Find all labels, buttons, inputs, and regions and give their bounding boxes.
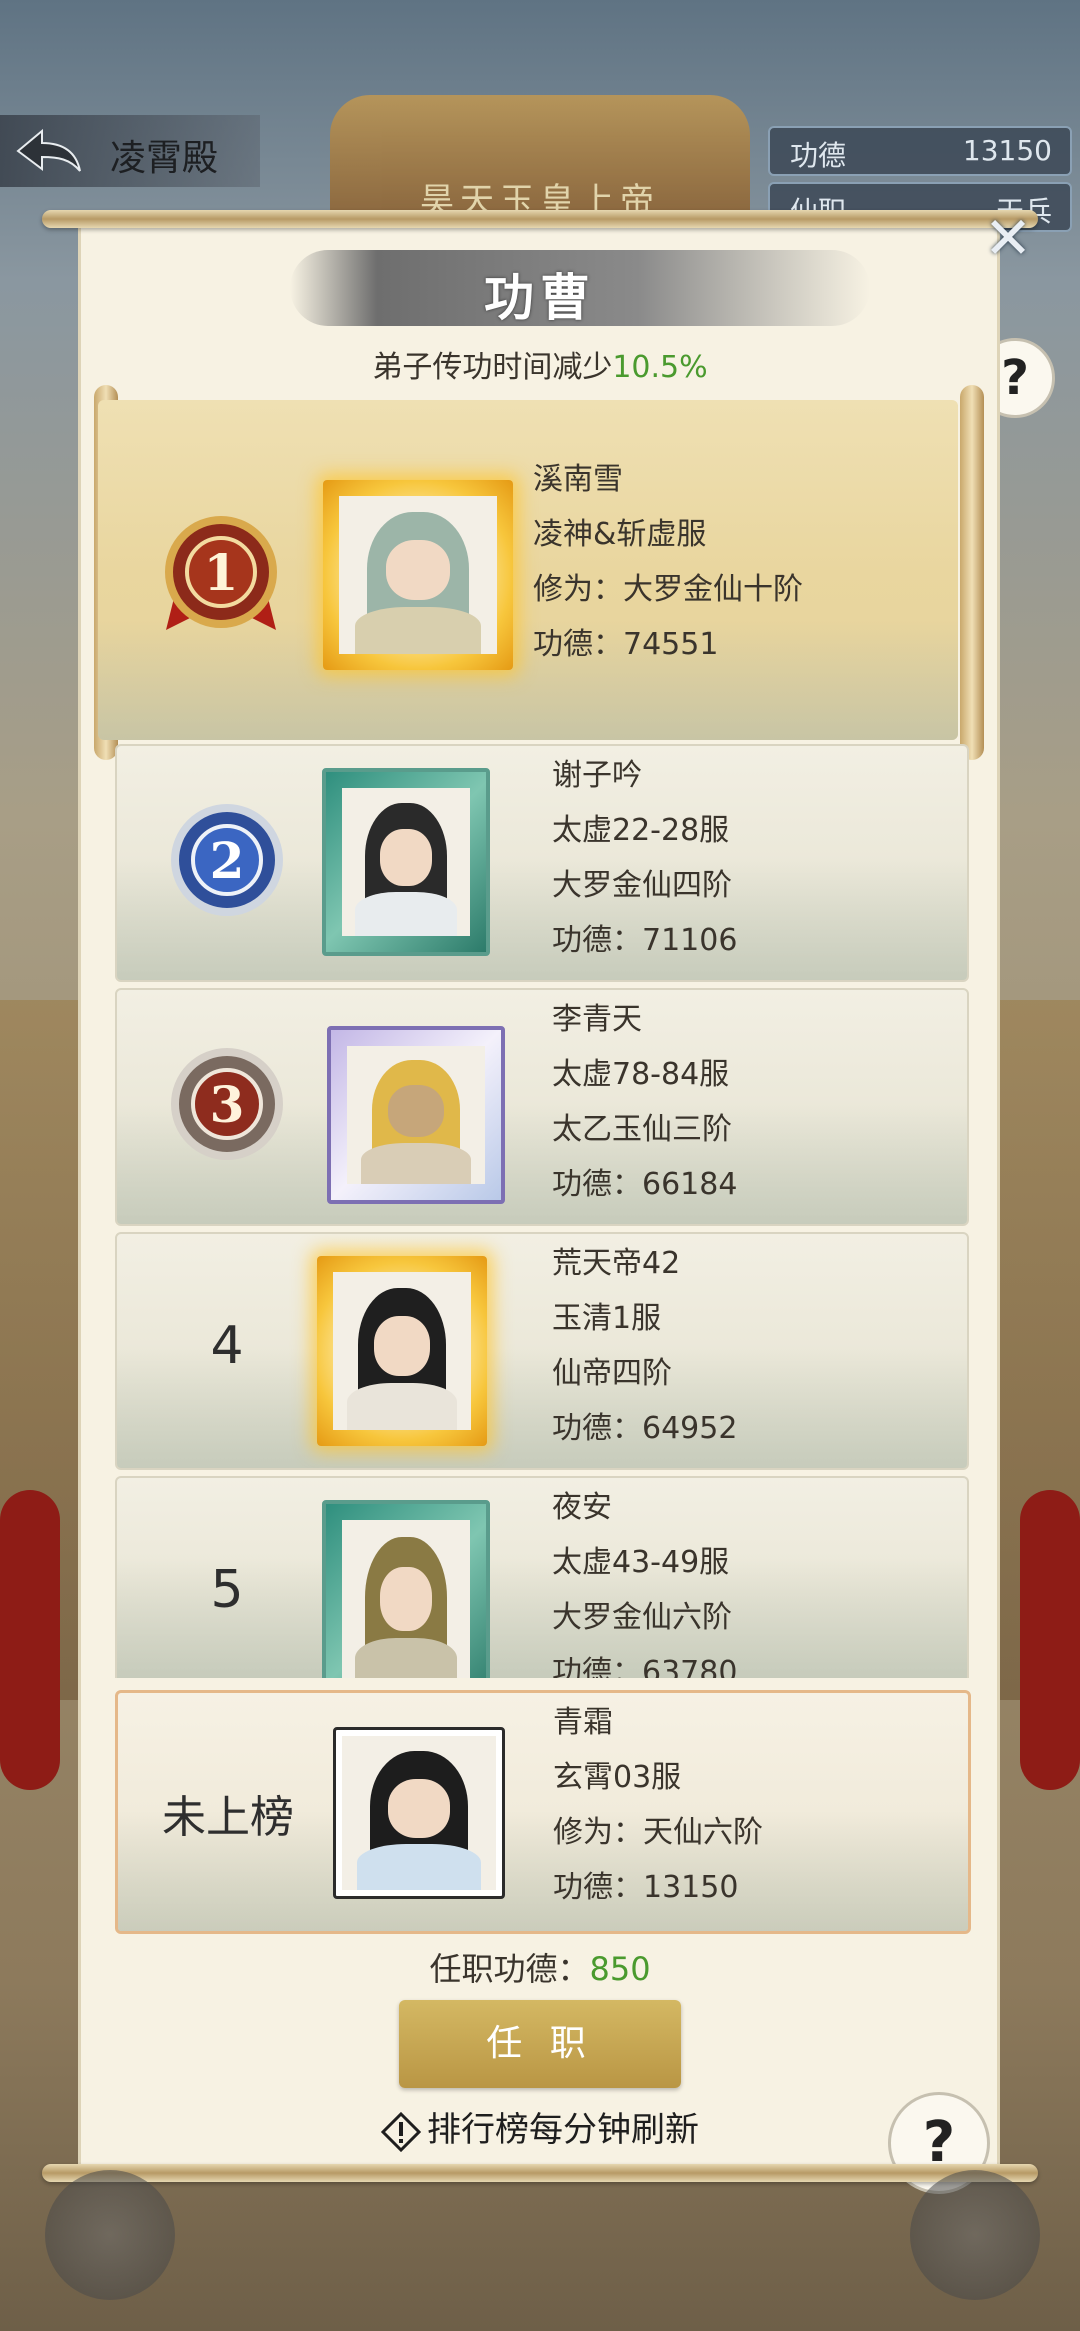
player-cultivation: 修为：天仙六阶 <box>553 1815 763 1850</box>
player-name: 夜安 <box>552 1490 612 1525</box>
player-merit: 功德：71106 <box>552 923 738 958</box>
self-info: 青霜 玄霄03服 修为：天仙六阶 功德：13150 <box>553 1695 763 1915</box>
rank-3-number: 3 <box>210 1075 245 1134</box>
appoint-merit: 任职功德：850 <box>0 1944 1080 1990</box>
player-cultivation: 修为：大罗金仙十阶 <box>533 572 803 607</box>
bonus-prefix: 弟子传功时间减少 <box>372 350 613 385</box>
back-button[interactable]: 凌霄殿 <box>0 115 260 187</box>
stat-merit: 功德 13150 <box>768 126 1072 176</box>
self-ranking-row[interactable]: 未上榜 青霜 玄霄03服 修为：天仙六阶 功德：13150 <box>115 1690 971 1934</box>
player-name: 青霜 <box>553 1705 613 1740</box>
player-server: 太虚43-49服 <box>552 1545 730 1580</box>
player-info-2: 谢子吟 太虚22-28服 大罗金仙四阶 功德：71106 <box>552 748 737 968</box>
player-name: 溪南雪 <box>533 462 623 497</box>
player-server: 太虚22-28服 <box>552 813 730 848</box>
stat-merit-value: 13150 <box>962 134 1052 167</box>
rank-2-number: 2 <box>210 831 245 890</box>
location-title: 凌霄殿 <box>110 138 219 179</box>
player-merit: 功德：74551 <box>533 627 719 662</box>
warning-icon <box>381 2111 421 2152</box>
ranking-row-5[interactable]: 5 夜安 太虚43-49服 大罗金仙六阶 功德：63780 <box>115 1476 969 1678</box>
refresh-note-text: 排行榜每分钟刷新 <box>427 2110 699 2150</box>
player-info-3: 李青天 太虚78-84服 太乙玉仙三阶 功德：66184 <box>552 992 737 1212</box>
salary-button[interactable] <box>45 2170 175 2300</box>
avatar-frame-1[interactable] <box>323 480 513 670</box>
ranking-row-2[interactable]: 2 谢子吟 太虚22-28服 大罗金仙四阶 功德：71106 <box>115 744 969 982</box>
player-merit: 功德：63780 <box>552 1655 738 1678</box>
background-pillar-right <box>1020 1490 1080 1790</box>
player-server: 玉清1服 <box>552 1301 662 1336</box>
gold-medal-icon: 1 <box>165 516 277 630</box>
player-merit: 功德：64952 <box>552 1411 738 1446</box>
rank-4-number: 4 <box>210 1316 244 1376</box>
rank-1-number: 1 <box>204 543 239 602</box>
avatar-4 <box>333 1272 471 1430</box>
avatar-3 <box>347 1046 485 1184</box>
avatar-frame-3[interactable] <box>327 1026 505 1204</box>
player-name: 李青天 <box>552 1002 642 1037</box>
appoint-merit-label: 任职功德： <box>429 1950 590 1988</box>
temple-banner: 昊天玉皇上帝 <box>330 95 750 225</box>
avatar-frame-2[interactable] <box>322 768 490 956</box>
avatar-2 <box>342 788 470 936</box>
bonus-text: 弟子传功时间减少10.5% <box>0 342 1080 386</box>
corner-button-right[interactable] <box>910 2170 1040 2300</box>
self-rank-label: 未上榜 <box>162 1792 294 1843</box>
avatar-5 <box>342 1520 470 1678</box>
player-info-5: 夜安 太虚43-49服 大罗金仙六阶 功德：63780 <box>552 1480 737 1678</box>
panel-title: 功曹 <box>484 268 596 327</box>
player-server: 玄霄03服 <box>553 1760 682 1795</box>
scroll-roller-right <box>960 385 984 760</box>
player-server: 凌神&斩虚服 <box>533 517 707 552</box>
player-server: 太虚78-84服 <box>552 1057 730 1092</box>
avatar-frame-5[interactable] <box>322 1500 490 1678</box>
self-avatar <box>342 1736 496 1890</box>
avatar-frame-4[interactable] <box>317 1256 487 1446</box>
back-arrow-icon <box>16 128 81 172</box>
player-info-1: 溪南雪 凌神&斩虚服 修为：大罗金仙十阶 功德：74551 <box>533 452 803 672</box>
player-name: 谢子吟 <box>552 758 642 793</box>
bonus-value: 10.5% <box>612 350 708 385</box>
player-cultivation: 太乙玉仙三阶 <box>552 1112 732 1147</box>
ranking-row-4[interactable]: 4 荒天帝42 玉清1服 仙帝四阶 功德：64952 <box>115 1232 969 1470</box>
appoint-button[interactable]: 任 职 <box>399 2000 681 2088</box>
player-name: 荒天帝42 <box>552 1246 681 1281</box>
rank-5-number: 5 <box>210 1560 244 1620</box>
ranking-row-1[interactable]: 1 溪南雪 凌神&斩虚服 修为：大罗金仙十阶 功德：74551 <box>98 400 958 740</box>
scroll-rod-top <box>42 210 1038 228</box>
player-merit: 功德：13150 <box>553 1870 739 1905</box>
player-cultivation: 大罗金仙四阶 <box>552 868 732 903</box>
avatar-1 <box>339 496 497 654</box>
silver-medal-icon: 3 <box>171 1048 283 1160</box>
player-merit: 功德：66184 <box>552 1167 738 1202</box>
stat-merit-label: 功德 <box>790 139 847 172</box>
silver-blue-medal-icon: 2 <box>171 804 283 916</box>
player-cultivation: 仙帝四阶 <box>552 1356 672 1391</box>
scroll-rod-bottom <box>42 2164 1038 2182</box>
player-info-4: 荒天帝42 玉清1服 仙帝四阶 功德：64952 <box>552 1236 737 1456</box>
ranking-row-3[interactable]: 3 李青天 太虚78-84服 太乙玉仙三阶 功德：66184 <box>115 988 969 1226</box>
player-cultivation: 大罗金仙六阶 <box>552 1600 732 1635</box>
self-avatar-frame[interactable] <box>333 1727 505 1899</box>
background-pillar-left <box>0 1490 60 1790</box>
appoint-merit-value: 850 <box>589 1950 651 1988</box>
